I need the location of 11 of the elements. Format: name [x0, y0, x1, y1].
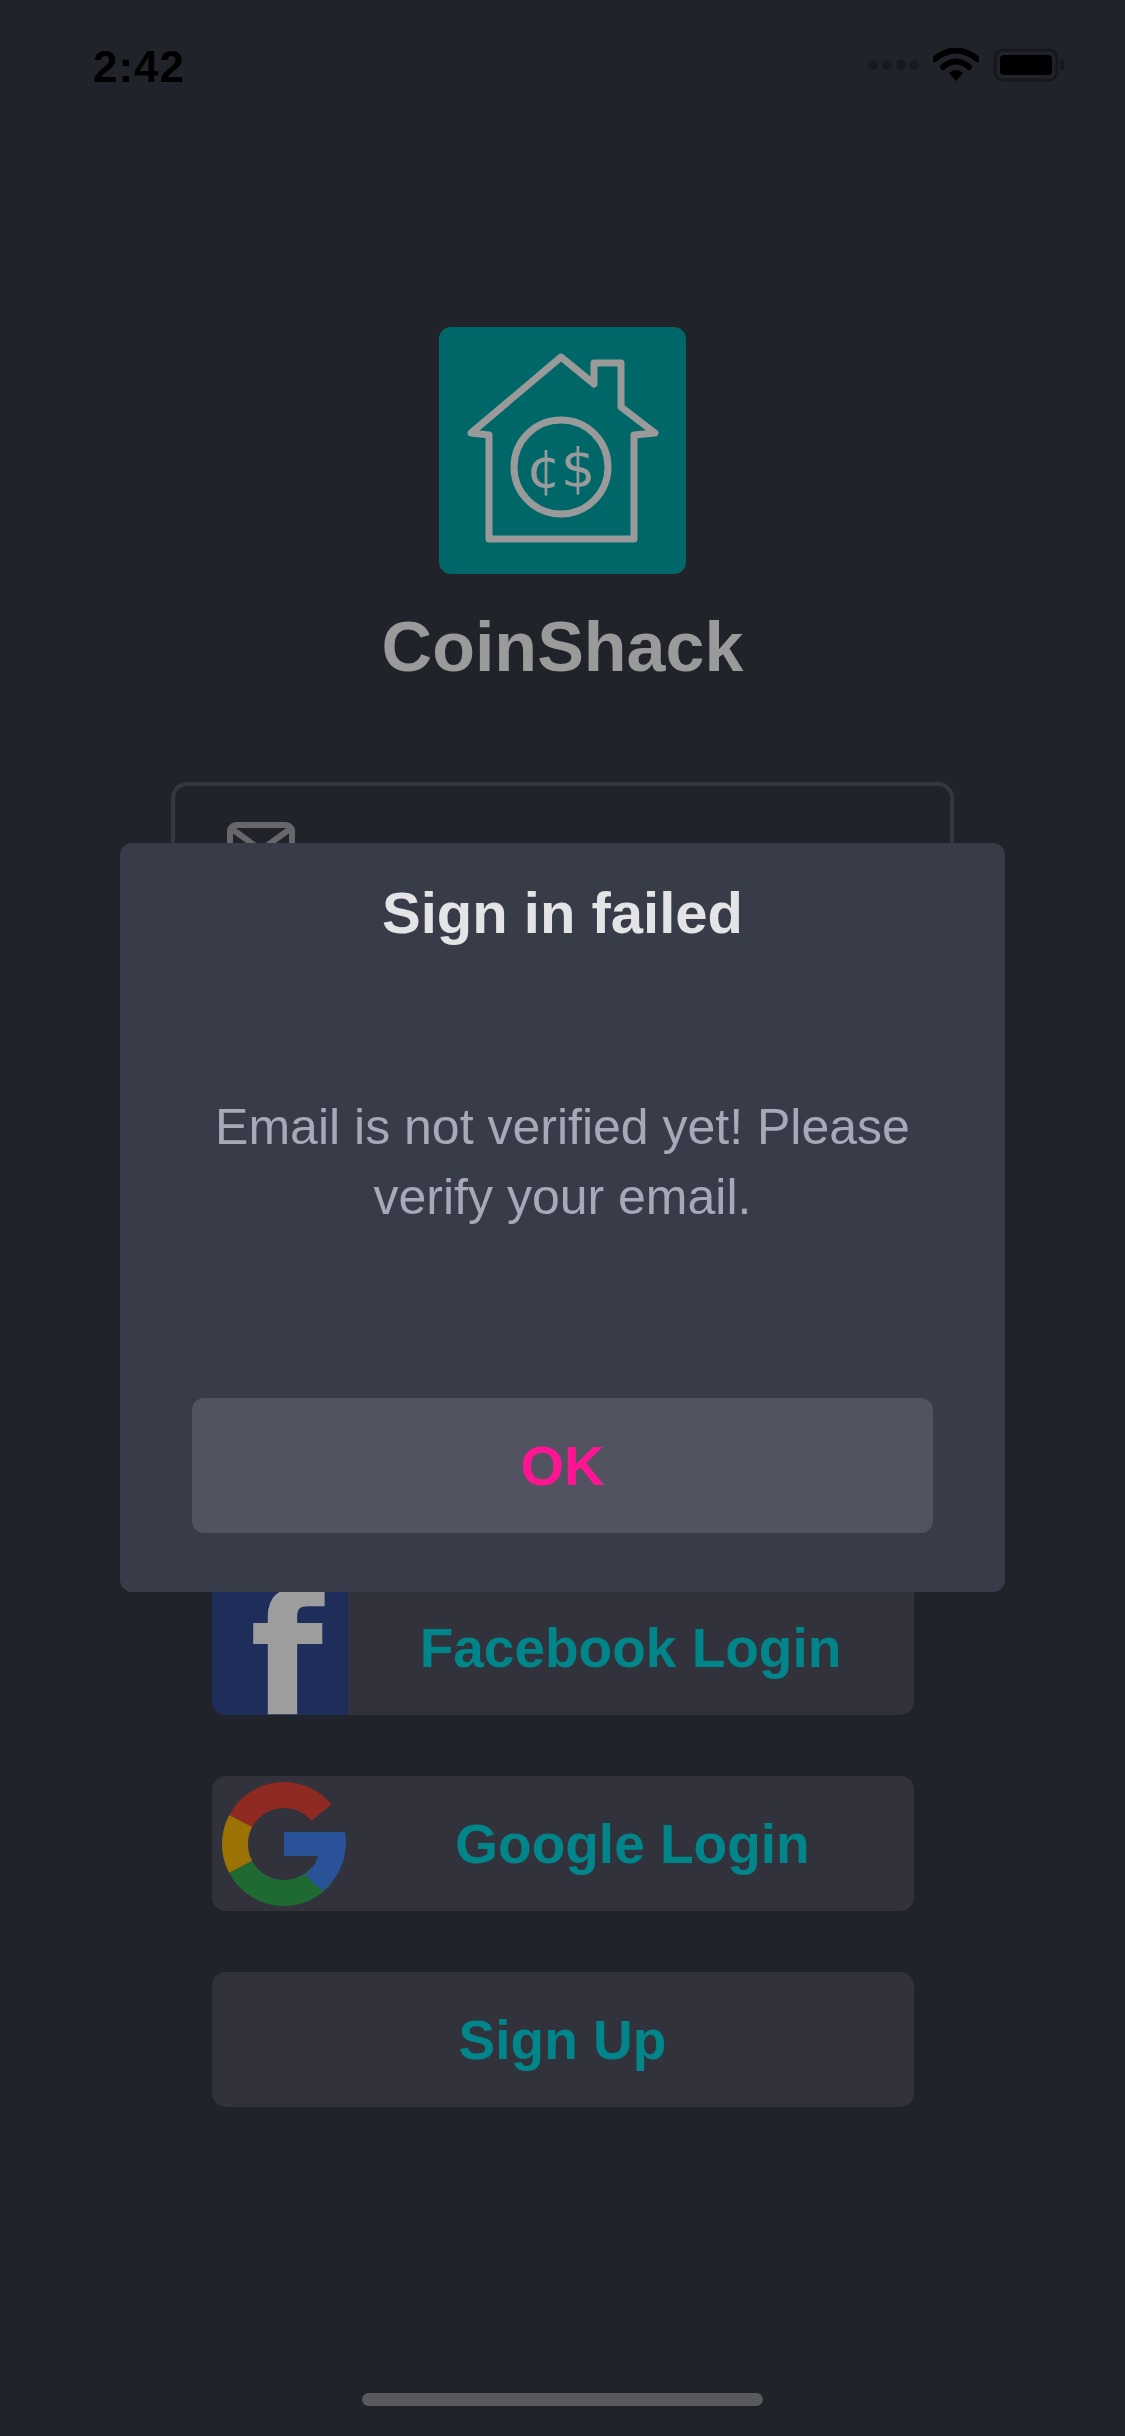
alert-title: Sign in failed	[382, 883, 743, 943]
wifi-icon	[933, 48, 979, 82]
app-logo: ¢$	[439, 327, 686, 574]
home-indicator[interactable]	[362, 2393, 763, 2406]
sign-up-button[interactable]: Sign Up	[211, 1972, 914, 2107]
google-login-button[interactable]: Google Login	[211, 1776, 914, 1911]
mail-icon	[227, 822, 295, 843]
ok-button[interactable]: OK	[192, 1398, 933, 1533]
app-name: CoinShack	[381, 607, 744, 687]
alert-message: Email is not verified yet! Please verify your email.	[214, 1098, 911, 1227]
battery-icon	[993, 48, 1065, 82]
